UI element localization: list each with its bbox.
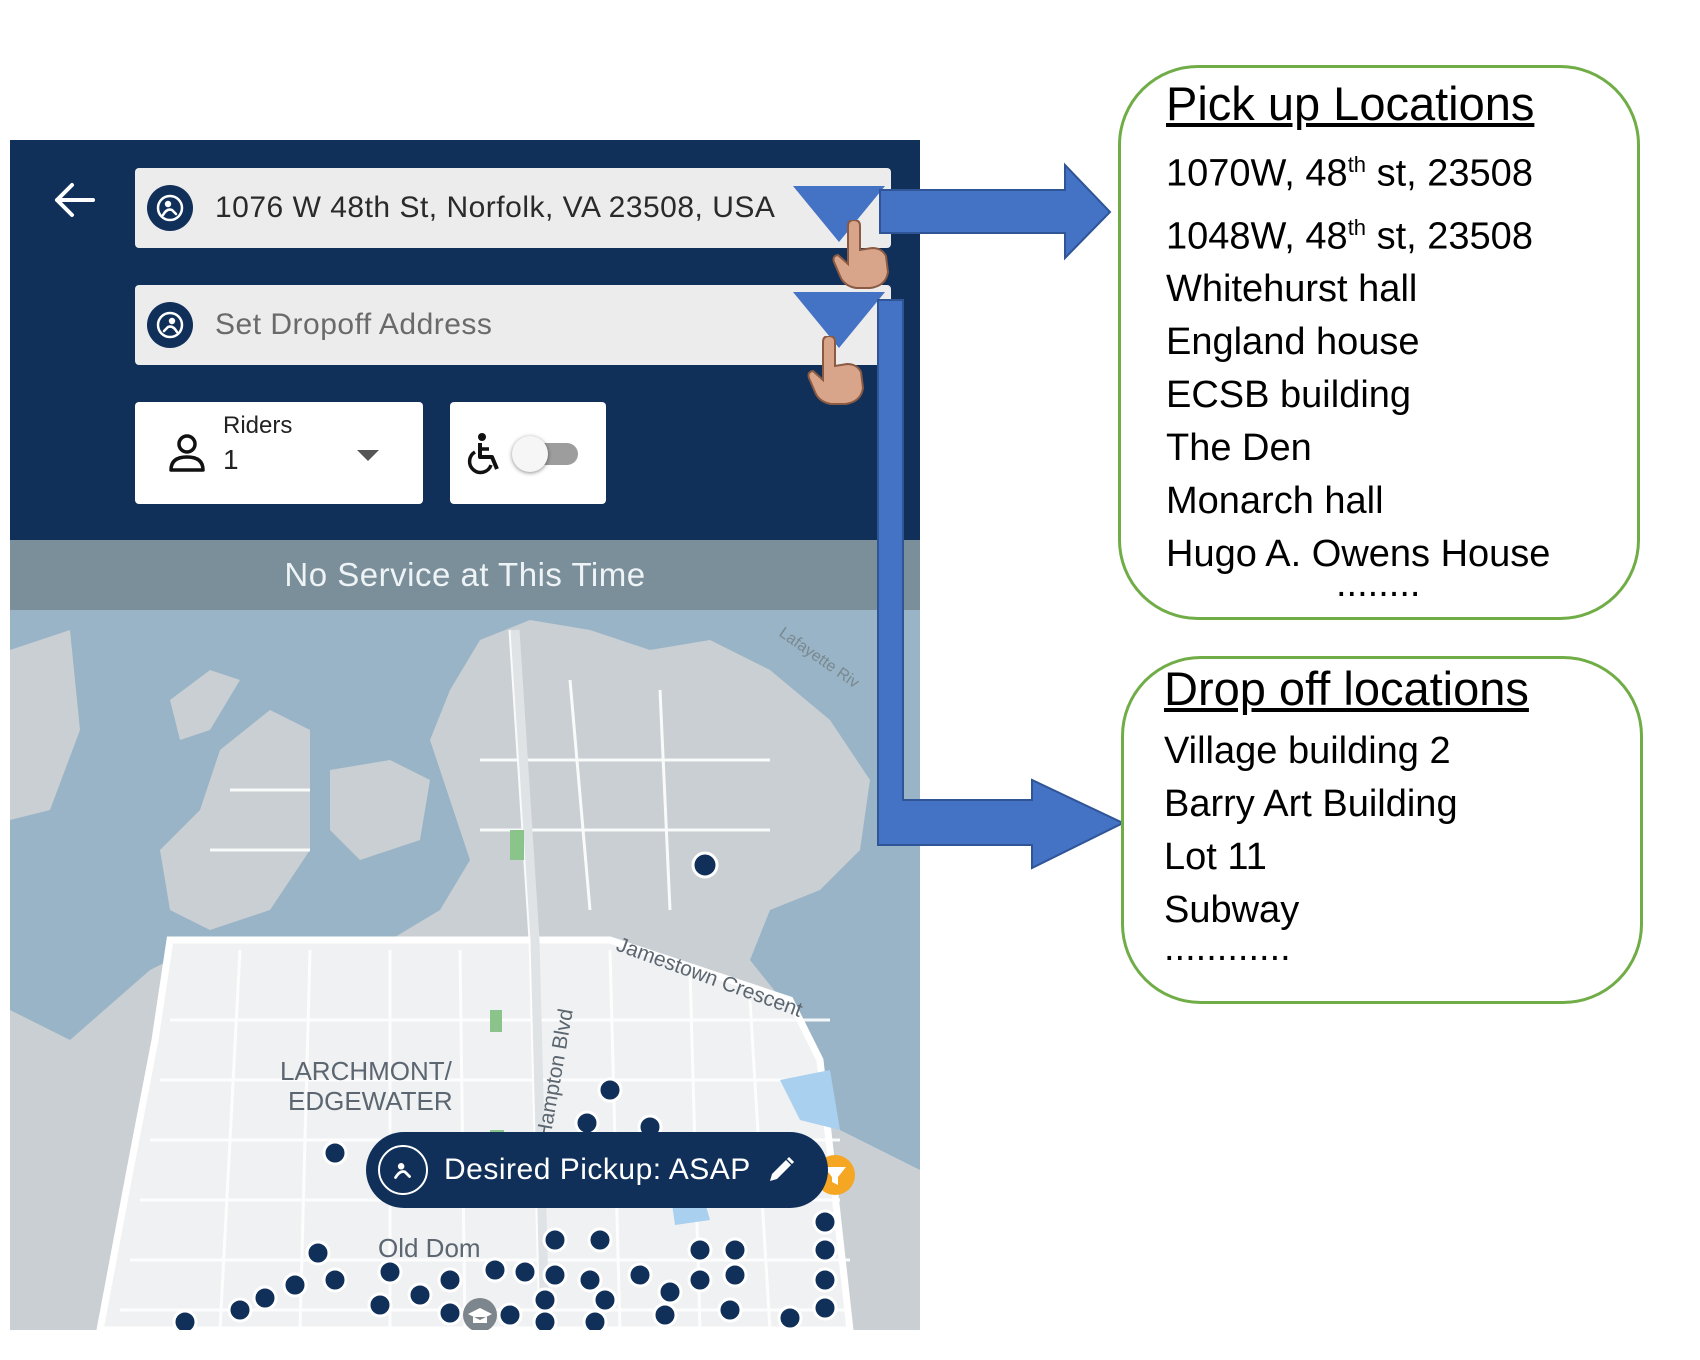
dropoff-more-ellipsis: ............ [1164, 927, 1291, 969]
pickup-locations-list: 1070W, 48th st, 23508 1048W, 48th st, 23… [1166, 138, 1550, 581]
list-item: 1048W, 48th st, 23508 [1166, 214, 1533, 258]
dropoff-locations-list: Village building 2 Barry Art Building Lo… [1164, 725, 1458, 937]
pickup-arrow [879, 162, 1112, 261]
list-item: 1070W, 48th st, 23508 [1166, 152, 1533, 195]
dropoff-arrow [877, 299, 1126, 870]
pickup-callout-title: Pick up Locations [1166, 77, 1535, 130]
list-item: Monarch hall [1166, 480, 1384, 523]
pickup-more-ellipsis: ........ [1336, 563, 1421, 605]
dropoff-callout-title: Drop off locations [1164, 662, 1529, 715]
pickup-locations-callout: Pick up Locations 1070W, 48th st, 23508 … [1118, 65, 1640, 620]
list-item: ECSB building [1166, 374, 1412, 417]
dropoff-locations-callout: Drop off locations Village building 2 Ba… [1121, 656, 1643, 1004]
list-item: Barry Art Building [1164, 783, 1458, 825]
list-item: Whitehurst hall [1166, 268, 1418, 311]
list-item: Village building 2 [1164, 730, 1451, 772]
list-item: England house [1166, 321, 1420, 364]
list-item: Lot 11 [1164, 836, 1267, 878]
list-item: The Den [1166, 427, 1312, 470]
